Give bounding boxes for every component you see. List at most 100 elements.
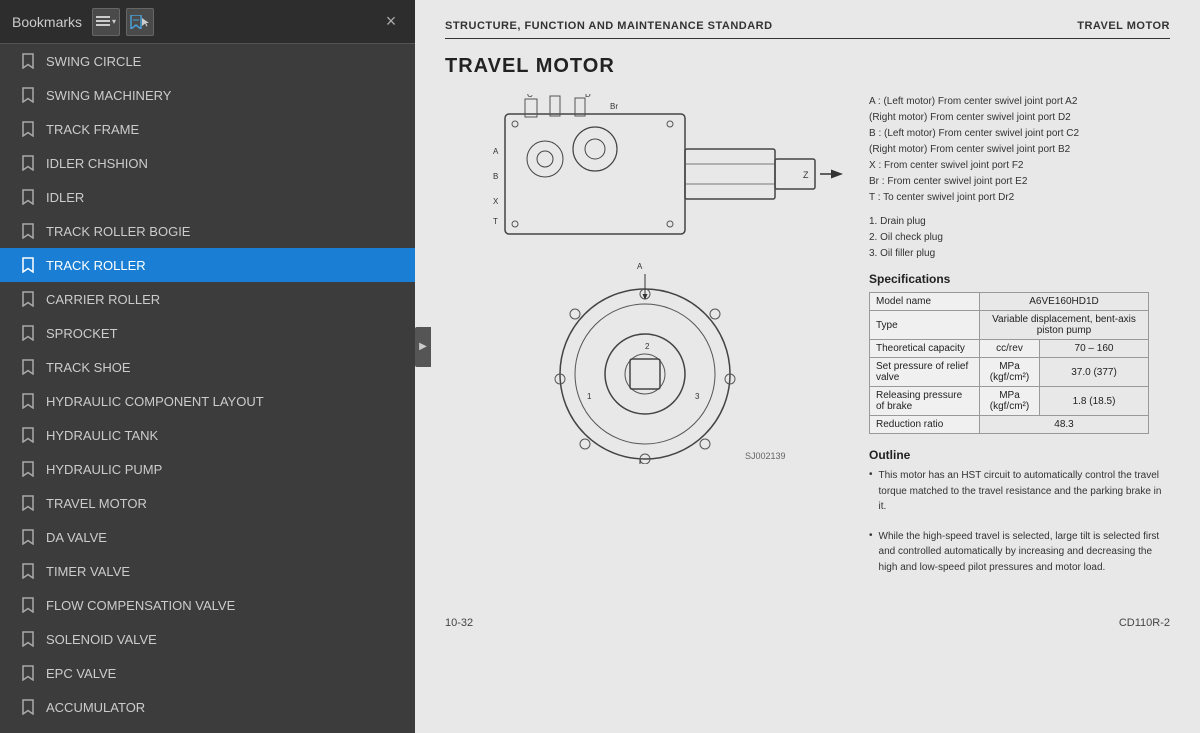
sidebar-item-solenoid-valve[interactable]: SOLENOID VALVE (0, 622, 415, 656)
sidebar-item-label: TRACK FRAME (46, 122, 139, 137)
sidebar-item-idler-cushion[interactable]: IDLER CHSHION (0, 146, 415, 180)
svg-text:Z: Z (803, 170, 809, 180)
svg-text:2: 2 (645, 342, 650, 351)
sidebar-item-label: SOLENOID VALVE (46, 632, 157, 647)
svg-text:X: X (493, 197, 499, 206)
sidebar-item-sprocket[interactable]: SPROCKET (0, 316, 415, 350)
bookmark-icon (20, 527, 36, 547)
cursor-icon (140, 17, 150, 27)
bookmark-icon (20, 391, 36, 411)
sidebar-item-track-roller[interactable]: TRACK ROLLER (0, 248, 415, 282)
sidebar-item-label: ACCUMULATOR (46, 700, 145, 715)
sidebar-item-swing-circle[interactable]: SWING CIRCLE (0, 44, 415, 78)
sidebar-item-label: EPC VALVE (46, 666, 116, 681)
sidebar-item-label: FLOW COMPENSATION VALVE (46, 598, 235, 613)
sidebar-item-hydraulic-tank[interactable]: HYDRAULIC TANK (0, 418, 415, 452)
spec-unit: MPa (kgf/cm²) (980, 358, 1040, 387)
sidebar-item-label: DA VALVE (46, 530, 107, 545)
close-button[interactable]: × (379, 10, 403, 34)
sidebar-item-timer-valve[interactable]: TIMER VALVE (0, 554, 415, 588)
spec-label: Model name (870, 293, 980, 311)
sidebar-item-carrier-roller[interactable]: CARRIER ROLLER (0, 282, 415, 316)
sidebar-item-travel-motor[interactable]: TRAVEL MOTOR (0, 486, 415, 520)
sidebar-item-swing-machinery[interactable]: SWING MACHINERY (0, 78, 415, 112)
legend-item1: 1. Drain plug (869, 214, 1170, 230)
page-number: 10-32 (445, 617, 473, 629)
document-panel: STRUCTURE, FUNCTION AND MAINTENANCE STAN… (415, 0, 1200, 733)
sidebar-item-label: HYDRAULIC COMPONENT LAYOUT (46, 394, 264, 409)
doc-title: TRAVEL MOTOR (445, 55, 1170, 78)
diagram-legend: A : (Left motor) From center swivel join… (869, 94, 1170, 262)
legend-Br: Br : From center swivel joint port E2 (869, 174, 1170, 190)
spec-label: Reduction ratio (870, 416, 980, 434)
legend-B2: (Right motor) From center swivel joint p… (869, 142, 1170, 158)
sidebar-item-label: IDLER (46, 190, 84, 205)
doc-footer: 10-32 CD110R-2 (445, 609, 1170, 629)
sidebar-item-hydraulic-component-layout[interactable]: HYDRAULIC COMPONENT LAYOUT (0, 384, 415, 418)
legend-A2: (Right motor) From center swivel joint p… (869, 110, 1170, 126)
bookmarks-title: Bookmarks (12, 14, 82, 30)
sidebar-item-flow-compensation-valve[interactable]: FLOW COMPENSATION VALVE (0, 588, 415, 622)
bookmark-icon (20, 663, 36, 683)
sidebar-item-label: TRAVEL MOTOR (46, 496, 147, 511)
bookmark-icon (20, 459, 36, 479)
outline-text: This motor has an HST circuit to automat… (879, 468, 1170, 515)
sidebar-item-accumulator[interactable]: ACCUMULATOR (0, 690, 415, 724)
doc-header-left: STRUCTURE, FUNCTION AND MAINTENANCE STAN… (445, 20, 773, 32)
bookmark-icon (20, 425, 36, 445)
sidebar-item-label: SWING CIRCLE (46, 54, 141, 69)
sidebar-item-label: TRACK SHOE (46, 360, 131, 375)
sidebar-item-epc-valve[interactable]: EPC VALVE (0, 656, 415, 690)
sidebar-item-label: HYDRAULIC PUMP (46, 462, 162, 477)
bookmark-icon (20, 289, 36, 309)
bookmark-icon (20, 561, 36, 581)
bookmark-icon (20, 323, 36, 343)
svg-text:T: T (493, 217, 498, 226)
spec-value: A6VE160HD1D (980, 293, 1149, 311)
spec-unit: cc/rev (980, 340, 1040, 358)
sidebar-item-da-valve[interactable]: DA VALVE (0, 520, 415, 554)
spec-label: Theoretical capacity (870, 340, 980, 358)
spec-value: Variable displacement, bent-axis piston … (980, 311, 1149, 340)
bookmark-view-button[interactable] (126, 8, 154, 36)
outline-text: While the high-speed travel is selected,… (879, 529, 1170, 576)
legend-A: A : (Left motor) From center swivel join… (869, 94, 1170, 110)
legend-B: B : (Left motor) From center swivel join… (869, 126, 1170, 142)
svg-text:SJ002139: SJ002139 (745, 451, 786, 461)
spec-label: Releasing pressure of brake (870, 387, 980, 416)
list-view-button[interactable]: ▾ (92, 8, 120, 36)
bullet-dot: • (869, 530, 873, 584)
doc-header: STRUCTURE, FUNCTION AND MAINTENANCE STAN… (445, 20, 1170, 39)
bookmark-icon (20, 221, 36, 241)
specs-section: Specifications Model nameA6VE160HD1DType… (869, 272, 1170, 434)
sidebar-item-hydraulic-pump[interactable]: HYDRAULIC PUMP (0, 452, 415, 486)
svg-text:3: 3 (695, 392, 700, 401)
spec-value: 37.0 (377) (1040, 358, 1149, 387)
sidebar-item-center-swivel-joint[interactable]: CENTER SWIVEL JOINT (0, 724, 415, 733)
bookmark-icon (20, 697, 36, 717)
legend-X: X : From center swivel joint port F2 (869, 158, 1170, 174)
sidebar-item-track-frame[interactable]: TRACK FRAME (0, 112, 415, 146)
spec-unit: MPa (kgf/cm²) (980, 387, 1040, 416)
sidebar-item-idler[interactable]: IDLER (0, 180, 415, 214)
outline-bullets: •This motor has an HST circuit to automa… (869, 468, 1170, 583)
outline-section: Outline •This motor has an HST circuit t… (869, 448, 1170, 583)
outline-title: Outline (869, 448, 1170, 462)
sidebar-item-label: TRACK ROLLER (46, 258, 146, 273)
sidebar-item-label: CARRIER ROLLER (46, 292, 160, 307)
svg-text:C: C (527, 94, 533, 99)
legend-item2: 2. Oil check plug (869, 230, 1170, 246)
bookmarks-header: Bookmarks ▾ (0, 0, 415, 44)
toolbar-icons: ▾ (92, 8, 154, 36)
sidebar-item-track-shoe[interactable]: TRACK SHOE (0, 350, 415, 384)
bookmark-icon (20, 119, 36, 139)
collapse-arrow[interactable]: ▶ (415, 327, 431, 367)
svg-text:Br: Br (610, 102, 618, 111)
spec-label: Set pressure of relief valve (870, 358, 980, 387)
bookmark-icon (20, 153, 36, 173)
bookmark-icon (20, 595, 36, 615)
sidebar-item-label: TRACK ROLLER BOGIE (46, 224, 190, 239)
sidebar-item-track-roller-bogie[interactable]: TRACK ROLLER BOGIE (0, 214, 415, 248)
bookmark-icon (20, 493, 36, 513)
outline-bullet-item: •This motor has an HST circuit to automa… (869, 468, 1170, 523)
